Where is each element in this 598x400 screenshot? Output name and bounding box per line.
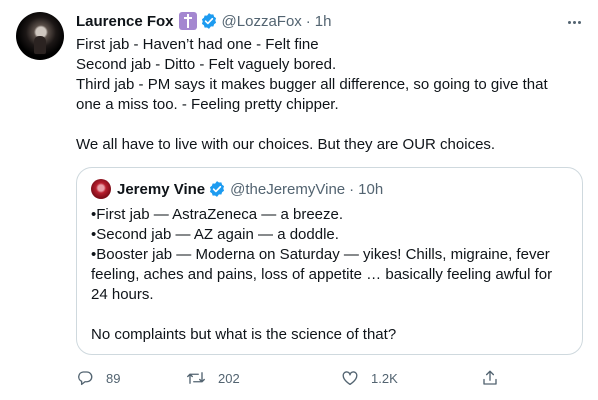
retweet-button[interactable]: 202 — [186, 368, 240, 388]
tweet-line: First jab - Haven’t had one - Felt fine — [76, 36, 319, 53]
quoted-author-handle: @theJeremyVine — [230, 180, 346, 198]
reply-button[interactable]: 89 — [76, 368, 120, 388]
like-button[interactable]: 1.2K — [341, 368, 398, 388]
quoted-author-name: Jeremy Vine — [117, 180, 206, 198]
more-options-icon[interactable] — [564, 12, 584, 32]
heart-icon — [341, 369, 359, 387]
separator-dot: · — [305, 12, 311, 30]
retweet-count: 202 — [218, 370, 240, 386]
reply-icon — [76, 369, 94, 387]
quoted-author-avatar — [91, 179, 111, 199]
quoted-line: •Booster jab — Moderna on Saturday — yik… — [91, 246, 553, 303]
author-handle[interactable]: @LozzaFox — [222, 13, 302, 30]
author-avatar[interactable] — [16, 12, 64, 60]
quoted-tweet-timestamp: 10h — [358, 180, 384, 198]
tweet-line: Second jab - Ditto - Felt vaguely bored. — [76, 56, 337, 73]
quoted-closing-line: No complaints but what is the science of… — [91, 326, 397, 343]
author-name[interactable]: Laurence Fox — [76, 13, 174, 30]
action-bar: 89 202 1.2K — [76, 368, 506, 388]
tweet-text: First jab - Haven’t had one - Felt fine … — [76, 35, 576, 155]
tweet-header: Laurence Fox @LozzaFox · 1h — [76, 11, 331, 31]
like-count: 1.2K — [371, 370, 398, 386]
tweet-timestamp[interactable]: 1h — [315, 13, 332, 30]
share-button[interactable] — [481, 368, 499, 388]
tweet[interactable]: Laurence Fox @LozzaFox · 1h First jab - … — [0, 0, 598, 400]
quoted-line: •Second jab — AZ again — a doddle. — [91, 226, 339, 243]
reply-count: 89 — [106, 370, 121, 386]
quoted-tweet-text: •First jab — AstraZeneca — a breeze. •Se… — [91, 205, 571, 345]
retweet-icon — [186, 369, 206, 387]
verified-badge-icon — [208, 180, 226, 198]
tweet-line: Third jab - PM says it makes bugger all … — [76, 76, 548, 113]
share-icon — [481, 369, 499, 387]
quoted-line: •First jab — AstraZeneca — a breeze. — [91, 206, 344, 223]
verified-badge-icon — [200, 12, 218, 30]
cross-badge-icon — [178, 12, 197, 30]
quoted-tweet[interactable]: Jeremy Vine @theJeremyVine · 10h •First … — [76, 167, 583, 355]
tweet-closing-line: We all have to live with our choices. Bu… — [76, 136, 496, 153]
separator-dot: · — [349, 180, 355, 198]
quoted-tweet-header: Jeremy Vine @theJeremyVine · 10h — [91, 179, 383, 199]
